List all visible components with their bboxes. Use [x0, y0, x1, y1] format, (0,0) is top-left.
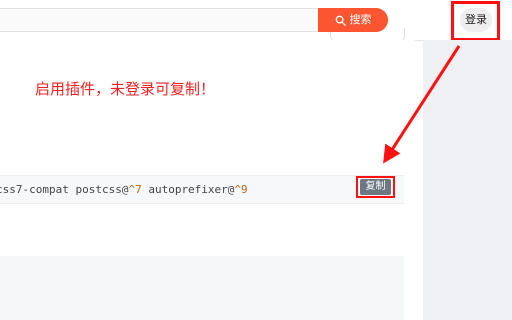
top-navbar: 搜索 登录 [0, 0, 512, 43]
right-sidebar [423, 40, 512, 320]
copy-button[interactable]: 复制 [360, 179, 391, 195]
code-version-2: ^9 [234, 183, 248, 196]
search-icon [335, 15, 346, 26]
annotation-text: 启用插件，未登录可复制！ [35, 80, 216, 98]
search-input[interactable] [0, 8, 330, 32]
search-button-label: 搜索 [349, 13, 372, 26]
code-text-prefix: css7-compat postcss@ [0, 183, 129, 196]
code-line: css7-compat postcss@^7 autoprefixer@^9 [0, 183, 248, 196]
login-button[interactable]: 登录 [460, 8, 492, 32]
code-text-mid: autoprefixer@ [141, 183, 235, 196]
search-button[interactable]: 搜索 [318, 8, 388, 32]
code-version-1: ^7 [128, 183, 142, 196]
content-panel-bottom [0, 256, 404, 320]
